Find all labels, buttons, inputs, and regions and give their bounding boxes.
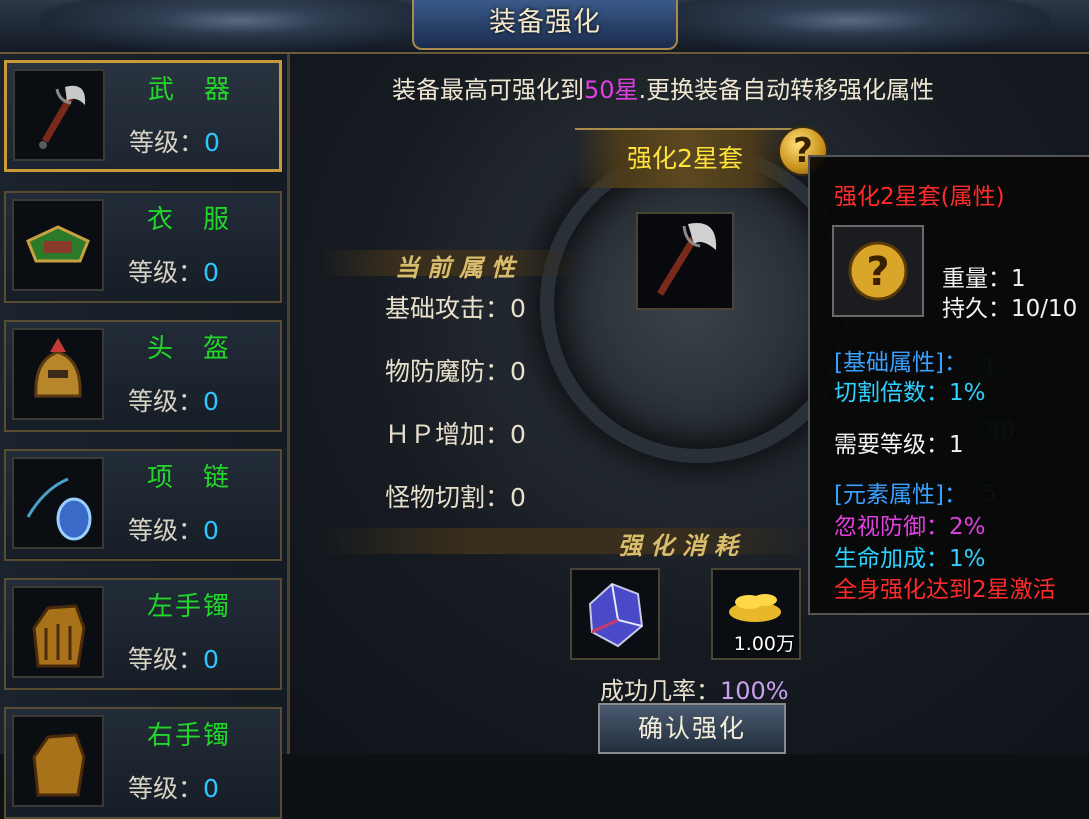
axe-icon bbox=[13, 69, 105, 161]
svg-text:?: ? bbox=[866, 249, 889, 295]
tooltip-ignore-defense: 忽视防御：2% bbox=[834, 514, 986, 540]
slot-level: 等级：0 bbox=[128, 387, 219, 416]
axe-icon bbox=[657, 223, 717, 296]
slot-name: 项 链 bbox=[146, 463, 231, 493]
stat-cut: 怪物切割：0 bbox=[385, 483, 526, 512]
slot-level: 等级：0 bbox=[128, 645, 219, 674]
slot-name: 武 器 bbox=[147, 75, 232, 105]
slot-weapon[interactable]: 武 器 等级：0 bbox=[4, 60, 282, 172]
tooltip-title: 强化2星套(属性) bbox=[834, 184, 1005, 210]
title-bar: 装备强化 bbox=[0, 0, 1089, 54]
gauntlet-icon bbox=[12, 715, 104, 807]
gold-coins-icon bbox=[729, 594, 781, 622]
material-gold-slot[interactable]: 1.00万 bbox=[711, 568, 801, 660]
slot-level: 等级：0 bbox=[128, 258, 219, 287]
window-title: 装备强化 bbox=[489, 7, 601, 38]
set-title: 强化2星套 bbox=[627, 144, 743, 173]
title-plate: 装备强化 bbox=[412, 0, 678, 50]
set-banner: 强化2星套 bbox=[575, 128, 795, 188]
slot-necklace[interactable]: 项 链 等级：0 bbox=[4, 449, 282, 561]
slot-level: 等级：0 bbox=[129, 128, 220, 157]
material-gem-slot[interactable] bbox=[570, 568, 660, 660]
confirm-enhance-button[interactable]: 确认强化 bbox=[598, 703, 786, 754]
question-mark-icon: ? bbox=[848, 241, 908, 301]
tooltip-durability: 持久：10/10 bbox=[942, 296, 1078, 322]
slot-right-bracelet[interactable]: 右手镯 等级：0 bbox=[4, 707, 282, 819]
slot-level: 等级：0 bbox=[128, 774, 219, 803]
necklace-icon bbox=[12, 457, 104, 549]
equipment-sidebar: 武 器 等级：0 衣 服 等级：0 头 盔 等级：0 项 链 等级：0 左手镯 … bbox=[0, 54, 290, 819]
stat-defense: 物防魔防：0 bbox=[385, 357, 526, 386]
slot-name: 衣 服 bbox=[146, 205, 231, 235]
slot-name: 右手镯 bbox=[146, 721, 231, 751]
slot-name: 头 盔 bbox=[146, 334, 231, 364]
slot-name: 左手镯 bbox=[146, 592, 231, 622]
tooltip-item-slot: ? bbox=[832, 225, 924, 317]
dragon-ornament-left bbox=[40, 0, 440, 52]
stat-attack: 基础攻击：0 bbox=[385, 294, 526, 323]
tooltip-activation: 全身强化达到2星激活 bbox=[834, 577, 1056, 603]
cost-title: 强化消耗 bbox=[618, 532, 746, 560]
gem-icon bbox=[588, 582, 644, 648]
enhance-info-text: 装备最高可强化到50星.更换装备自动转移强化属性 bbox=[392, 76, 935, 104]
helmet-icon bbox=[12, 328, 104, 420]
stat-hp: ＨＰ增加：0 bbox=[385, 420, 526, 449]
current-attr-title: 当前属性 bbox=[395, 254, 523, 282]
slot-armor[interactable]: 衣 服 等级：0 bbox=[4, 191, 282, 303]
tooltip-life-bonus: 生命加成：1% bbox=[834, 546, 986, 572]
gauntlet-icon bbox=[12, 586, 104, 678]
success-rate: 成功几率：100% bbox=[600, 677, 789, 705]
tooltip-base-header: [基础属性]： bbox=[834, 350, 967, 376]
tooltip-element-header: [元素属性]： bbox=[834, 482, 967, 508]
gold-amount: 1.00万 bbox=[733, 633, 795, 655]
armor-icon bbox=[12, 199, 104, 291]
dragon-ornament-right bbox=[650, 0, 1050, 52]
item-tooltip: 强化2星套(属性) ? 重量：1 持久：10/10 [基础属性]： 切割倍数：1… bbox=[808, 155, 1089, 615]
slot-level: 等级：0 bbox=[128, 516, 219, 545]
slot-left-bracelet[interactable]: 左手镯 等级：0 bbox=[4, 578, 282, 690]
slot-helmet[interactable]: 头 盔 等级：0 bbox=[4, 320, 282, 432]
tooltip-weight: 重量：1 bbox=[942, 266, 1026, 292]
tooltip-cut-multiplier: 切割倍数：1% bbox=[834, 380, 986, 406]
selected-item-slot[interactable] bbox=[636, 212, 734, 310]
tooltip-required-level: 需要等级：1 bbox=[834, 432, 964, 458]
